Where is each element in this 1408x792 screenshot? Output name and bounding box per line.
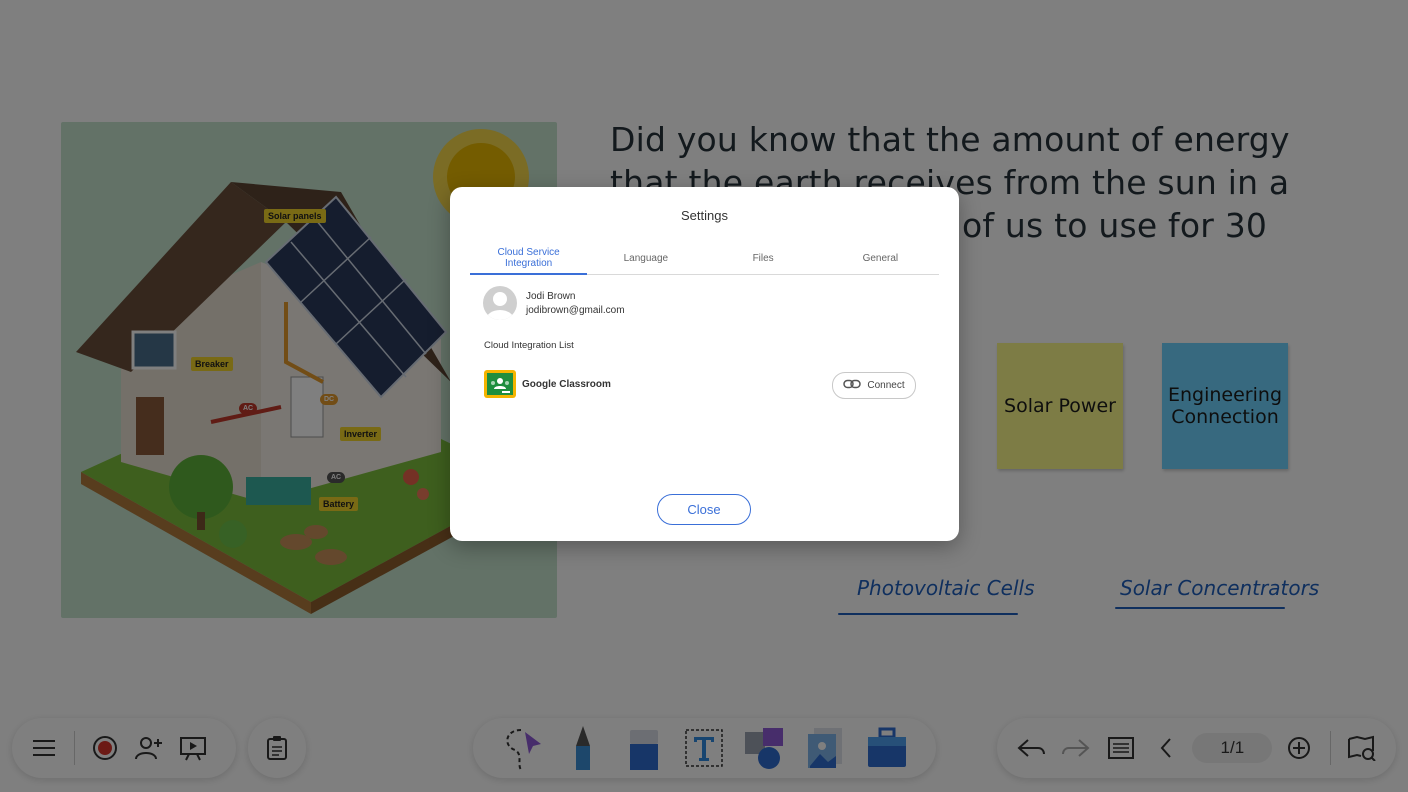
tab-language[interactable]: Language [587,242,704,274]
tab-files[interactable]: Files [705,242,822,274]
google-classroom-icon [484,370,516,398]
connect-button[interactable]: Connect [832,372,916,399]
tab-label: General [862,252,899,264]
link-icon [843,379,862,392]
tab-general[interactable]: General [822,242,939,274]
connect-label: Connect [867,380,905,391]
cloud-integration-list-label: Cloud Integration List [484,340,574,351]
user-email: jodibrown@gmail.com [526,305,625,316]
settings-dialog: Settings Cloud Service Integration Langu… [450,187,959,541]
tab-label: Files [752,252,774,264]
avatar [483,286,517,320]
tab-label: Language [623,252,669,264]
user-name: Jodi Brown [526,291,576,302]
dialog-title: Settings [681,208,728,223]
tab-label: Cloud Service Integration [497,247,560,269]
integration-name: Google Classroom [522,379,611,390]
close-button[interactable]: Close [657,494,751,525]
settings-tabs: Cloud Service Integration Language Files… [470,242,939,275]
tab-cloud-service-integration[interactable]: Cloud Service Integration [470,242,588,275]
